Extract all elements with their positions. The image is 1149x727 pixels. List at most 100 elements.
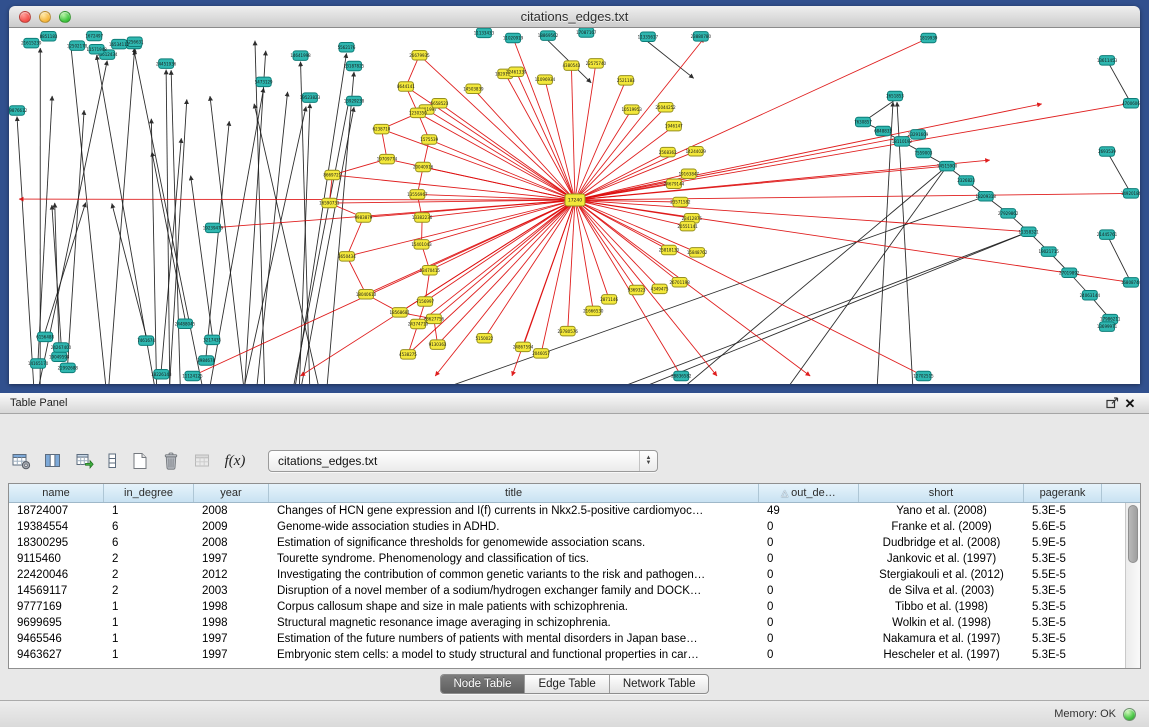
- svg-text:7461674: 7461674: [137, 338, 155, 343]
- svg-text:19049598: 19049598: [49, 354, 70, 359]
- scrollbar-thumb[interactable]: [1128, 505, 1138, 563]
- minimize-window-button[interactable]: [39, 11, 51, 23]
- svg-text:25044252: 25044252: [655, 105, 676, 110]
- svg-text:19163847: 19163847: [679, 171, 700, 176]
- svg-text:1672497: 1672497: [85, 34, 103, 39]
- svg-text:19876612: 19876612: [9, 108, 28, 113]
- column-header-in_degree[interactable]: in_degree: [104, 484, 194, 502]
- svg-text:14920186: 14920186: [1121, 191, 1140, 196]
- cell-title: Structural magnetic resonance image aver…: [269, 617, 759, 629]
- svg-text:18209318: 18209318: [976, 194, 997, 199]
- tab-node-table[interactable]: Node Table: [441, 675, 526, 693]
- table-row[interactable]: 1830029562008Estimation of significance …: [9, 535, 1125, 551]
- svg-text:19709774: 19709774: [377, 157, 398, 162]
- svg-text:16808744: 16808744: [1121, 280, 1140, 285]
- delete-columns-icon[interactable]: [158, 449, 184, 473]
- cell-title: Disruption of a novel member of a sodium…: [269, 585, 759, 597]
- svg-text:7630857: 7630857: [854, 120, 872, 125]
- cell-name: 9777169: [9, 601, 104, 613]
- cell-pagerank: 5.3E-5: [1024, 649, 1102, 661]
- table-row[interactable]: 946362711997Embryonic stem cells: a mode…: [9, 647, 1125, 663]
- svg-text:11335617: 11335617: [638, 34, 659, 39]
- network-canvas[interactable]: 5562176793167023612434231878251987661219…: [9, 28, 1140, 384]
- cell-title: Embryonic stem cells: a model to study s…: [269, 649, 759, 661]
- svg-text:4700606: 4700606: [1122, 101, 1140, 106]
- network-window-titlebar[interactable]: citations_edges.txt: [9, 6, 1140, 28]
- zoom-window-button[interactable]: [59, 11, 71, 23]
- column-header-year[interactable]: year: [194, 484, 269, 502]
- tab-network-table[interactable]: Network Table: [610, 675, 709, 693]
- column-header-out_degree[interactable]: △out_de…: [759, 484, 859, 502]
- svg-text:21666530: 21666530: [583, 308, 604, 313]
- table-row[interactable]: 1872400712008Changes of HCN gene express…: [9, 503, 1125, 519]
- import-table-icon[interactable]: [190, 449, 216, 473]
- tab-edge-table[interactable]: Edge Table: [525, 675, 609, 693]
- svg-text:8851183: 8851183: [40, 34, 58, 39]
- cell-out_degree: 0: [759, 585, 859, 597]
- cell-name: 18300295: [9, 537, 104, 549]
- function-builder-icon[interactable]: f(x): [222, 449, 248, 473]
- svg-text:26679935: 26679935: [409, 53, 430, 58]
- cell-short: Franke et al. (2009): [859, 521, 1024, 533]
- cell-out_degree: 0: [759, 601, 859, 613]
- table-row[interactable]: 1456911722003Disruption of a novel membe…: [9, 583, 1125, 599]
- svg-text:12502178: 12502178: [67, 43, 88, 48]
- traffic-lights: [19, 11, 71, 23]
- table-row[interactable]: 1938455462009Genome-wide association stu…: [9, 519, 1125, 535]
- cell-title: Tourette syndrome. Phenomenology and cla…: [269, 553, 759, 565]
- memory-status-icon: [1123, 708, 1136, 721]
- table-row[interactable]: 2242004622012Investigating the contribut…: [9, 567, 1125, 583]
- cell-out_degree: 0: [759, 537, 859, 549]
- table-row[interactable]: 977716911998Corpus callosum shape and si…: [9, 599, 1125, 615]
- svg-text:14641998: 14641998: [290, 53, 311, 58]
- export-table-icon[interactable]: [72, 449, 98, 473]
- cell-pagerank: 5.6E-5: [1024, 521, 1102, 533]
- table-panel-title: Table Panel: [10, 397, 68, 409]
- table-row[interactable]: 911546021997Tourette syndrome. Phenomeno…: [9, 551, 1125, 567]
- cell-in_degree: 6: [104, 521, 194, 533]
- cell-pagerank: 5.3E-5: [1024, 601, 1102, 613]
- cell-name: 22420046: [9, 569, 104, 581]
- table-row[interactable]: 969969511998Structural magnetic resonanc…: [9, 615, 1125, 631]
- svg-text:26701198: 26701198: [669, 280, 690, 285]
- show-columns-icon[interactable]: [40, 449, 66, 473]
- svg-text:1230350: 1230350: [409, 110, 427, 115]
- cell-year: 2008: [194, 505, 269, 517]
- cell-pagerank: 5.3E-5: [1024, 633, 1102, 645]
- svg-text:23780576: 23780576: [558, 329, 579, 334]
- cell-name: 9699695: [9, 617, 104, 629]
- table-row[interactable]: 946554611997Estimation of the future num…: [9, 631, 1125, 647]
- cell-pagerank: 5.3E-5: [1024, 585, 1102, 597]
- svg-text:11124125: 11124125: [182, 374, 203, 379]
- float-panel-icon[interactable]: [1103, 395, 1121, 411]
- cell-short: Stergiakouli et al. (2012): [859, 569, 1024, 581]
- svg-text:23571582: 23571582: [670, 200, 691, 205]
- network-table-selector[interactable]: citations_edges.txt ▲▼: [268, 450, 658, 472]
- table-toolbar: f(x) citations_edges.txt ▲▼: [8, 448, 1141, 474]
- cell-year: 1998: [194, 617, 269, 629]
- cell-pagerank: 5.3E-5: [1024, 553, 1102, 565]
- cell-out_degree: 0: [759, 649, 859, 661]
- cell-title: Corpus callosum shape and size in male p…: [269, 601, 759, 613]
- network-graph[interactable]: 5562176793167023612434231878251987661219…: [9, 28, 1140, 384]
- column-header-title[interactable]: title: [269, 484, 759, 502]
- svg-text:24679144: 24679144: [664, 181, 685, 186]
- svg-text:7559003: 7559003: [915, 151, 933, 156]
- close-panel-icon[interactable]: ✕: [1121, 395, 1139, 411]
- svg-text:3984674: 3984674: [197, 358, 215, 363]
- column-header-name[interactable]: name: [9, 484, 104, 502]
- row-height-icon[interactable]: [104, 449, 120, 473]
- close-window-button[interactable]: [19, 11, 31, 23]
- cell-short: Hescheler et al. (1997): [859, 649, 1024, 661]
- cell-in_degree: 1: [104, 601, 194, 613]
- column-header-pagerank[interactable]: pagerank: [1024, 484, 1102, 502]
- cell-name: 9465546: [9, 633, 104, 645]
- memory-status-label: Memory: OK: [1054, 708, 1116, 720]
- svg-text:14165170: 14165170: [28, 361, 49, 366]
- table-vertical-scrollbar[interactable]: [1125, 503, 1140, 668]
- node-table: namein_degreeyeartitle△out_de…shortpager…: [8, 483, 1141, 669]
- column-header-short[interactable]: short: [859, 484, 1024, 502]
- cell-out_degree: 0: [759, 521, 859, 533]
- new-column-icon[interactable]: [126, 449, 152, 473]
- table-mode-icon[interactable]: [8, 449, 34, 473]
